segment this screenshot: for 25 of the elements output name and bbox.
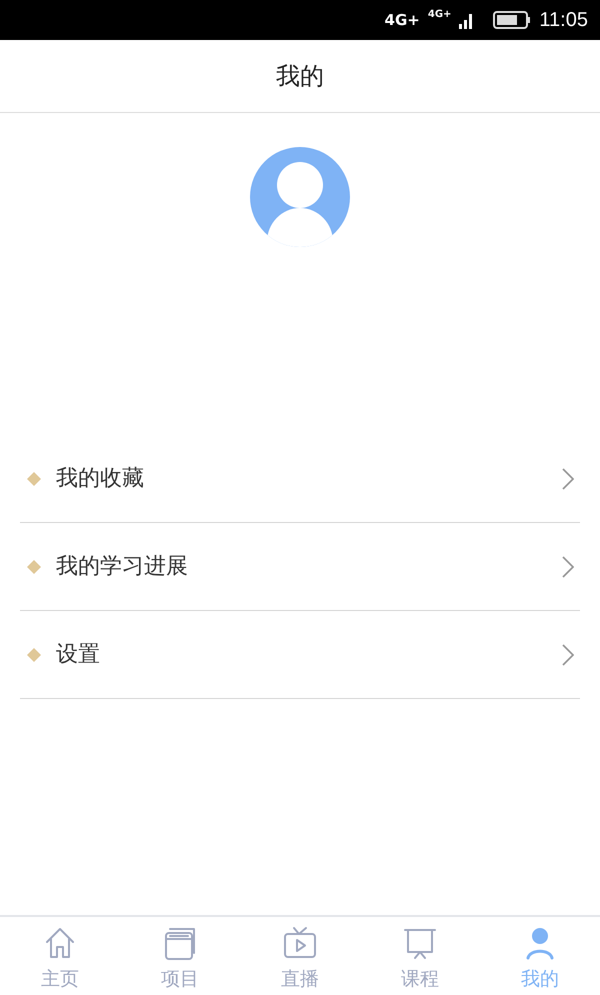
menu-label: 我的收藏: [56, 465, 144, 493]
menu-item[interactable]: 我的收藏: [20, 435, 580, 523]
menu-label: 我的学习进展: [56, 553, 188, 581]
tab[interactable]: 项目: [120, 917, 240, 995]
signal-icon: [459, 11, 474, 29]
diamond-icon: [27, 648, 41, 662]
stacked-window-icon: [162, 925, 198, 961]
menu-item[interactable]: 我的学习进展: [20, 523, 580, 611]
clock-time: 11:05: [539, 8, 588, 33]
tab[interactable]: 主页: [0, 917, 120, 995]
menu-item[interactable]: 设置: [20, 611, 580, 699]
chevron-right-icon: [562, 468, 574, 490]
battery-icon: [493, 11, 532, 29]
tab[interactable]: 直播: [240, 917, 360, 995]
tab[interactable]: 课程: [360, 917, 480, 995]
diamond-icon: [27, 472, 41, 486]
chevron-right-icon: [562, 556, 574, 578]
tv-icon: [282, 925, 318, 961]
diamond-icon: [27, 560, 41, 574]
network-label: 4G+: [428, 8, 452, 22]
page-title: 我的: [276, 61, 324, 92]
menu-label: 设置: [56, 641, 100, 669]
tab[interactable]: 我的: [480, 917, 600, 995]
network-label: 4G+: [384, 10, 420, 31]
chevron-right-icon: [562, 644, 574, 666]
